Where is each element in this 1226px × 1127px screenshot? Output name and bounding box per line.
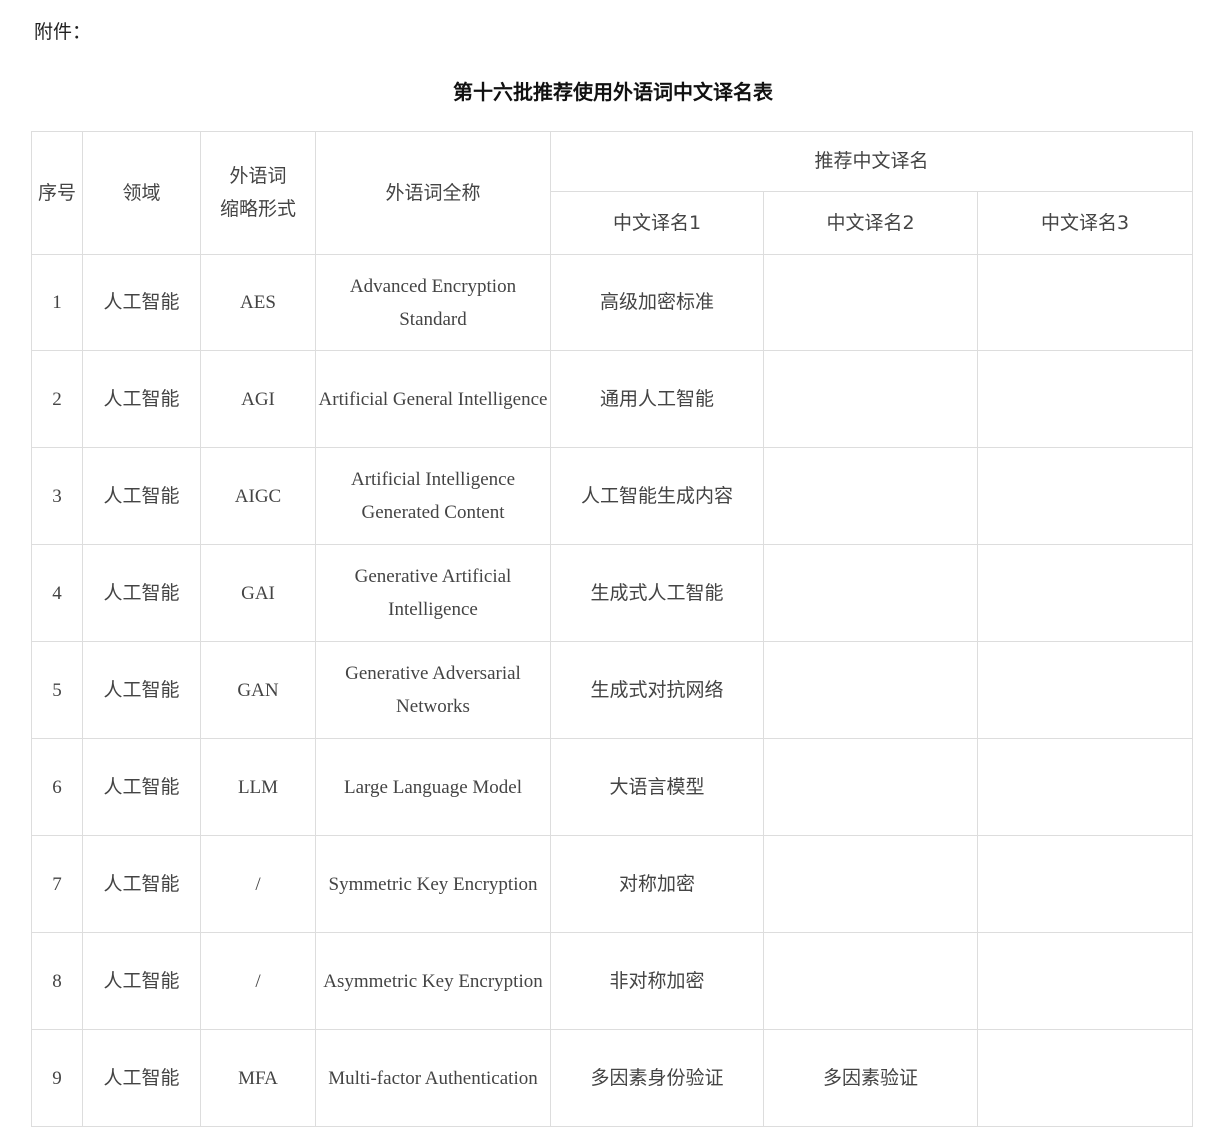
cell-full-name: Large Language Model — [315, 738, 551, 836]
cell-full-name: Artificial Intelligence Generated Conten… — [315, 447, 551, 545]
cell-name2 — [763, 738, 978, 836]
cell-name1: 生成式对抗网络 — [550, 641, 764, 739]
cell-name1: 非对称加密 — [550, 932, 764, 1030]
table-row: 6 人工智能 LLM Large Language Model 大语言模型 — [31, 738, 1193, 836]
cell-abbr: / — [200, 932, 316, 1030]
table-row: 5 人工智能 GAN Generative Adversarial Networks 生… — [31, 641, 1193, 739]
cell-full-name: Multi-factor Authentication — [315, 1029, 551, 1127]
cell-name3 — [977, 738, 1193, 836]
cell-name2 — [763, 641, 978, 739]
cell-name2 — [763, 350, 978, 448]
cell-index: 7 — [31, 835, 83, 933]
cell-field: 人工智能 — [82, 544, 201, 642]
cell-index: 9 — [31, 1029, 83, 1127]
cell-name3 — [977, 641, 1193, 739]
cell-index: 3 — [31, 447, 83, 545]
cell-abbr: AGI — [200, 350, 316, 448]
cell-name3 — [977, 350, 1193, 448]
cell-abbr: GAN — [200, 641, 316, 739]
cell-name1: 对称加密 — [550, 835, 764, 933]
table-row: 2 人工智能 AGI Artificial General Intelligence 通… — [31, 350, 1193, 448]
table-row: 1 人工智能 AES Advanced Encryption Standard 高级加密… — [31, 254, 1193, 351]
header-recommended: 推荐中文译名 — [550, 131, 1193, 192]
header-name2: 中文译名2 — [763, 191, 978, 255]
cell-index: 4 — [31, 544, 83, 642]
cell-abbr: AES — [200, 254, 316, 351]
cell-name1: 人工智能生成内容 — [550, 447, 764, 545]
table-row: 7 人工智能 / Symmetric Key Encryption 对称加密 — [31, 835, 1193, 933]
cell-name3 — [977, 254, 1193, 351]
cell-name3 — [977, 544, 1193, 642]
header-index: 序号 — [31, 131, 83, 255]
cell-index: 2 — [31, 350, 83, 448]
table-row: 3 人工智能 AIGC Artificial Intelligence Generat… — [31, 447, 1193, 545]
cell-abbr: LLM — [200, 738, 316, 836]
cell-full-name: Artificial General Intelligence — [315, 350, 551, 448]
header-full-name: 外语词全称 — [315, 131, 551, 255]
cell-full-name: Generative Adversarial Networks — [315, 641, 551, 739]
cell-name2 — [763, 932, 978, 1030]
cell-abbr: / — [200, 835, 316, 933]
header-abbr: 外语词 缩略形式 — [200, 131, 316, 255]
header-name3: 中文译名3 — [977, 191, 1193, 255]
translation-table: 序号 领域 外语词 缩略形式 外语词全称 推荐中文译名 中文译名1 中文译名2 … — [31, 131, 1193, 1127]
cell-full-name: Advanced Encryption Standard — [315, 254, 551, 351]
cell-full-name: Asymmetric Key Encryption — [315, 932, 551, 1030]
cell-field: 人工智能 — [82, 254, 201, 351]
cell-index: 8 — [31, 932, 83, 1030]
cell-field: 人工智能 — [82, 932, 201, 1030]
cell-name3 — [977, 1029, 1193, 1127]
cell-name3 — [977, 447, 1193, 545]
header-abbr-text: 外语词 缩略形式 — [219, 165, 296, 220]
cell-name2 — [763, 544, 978, 642]
cell-abbr: AIGC — [200, 447, 316, 545]
cell-field: 人工智能 — [82, 835, 201, 933]
cell-field: 人工智能 — [82, 738, 201, 836]
table-row: 8 人工智能 / Asymmetric Key Encryption 非对称加密 — [31, 932, 1193, 1030]
cell-index: 6 — [31, 738, 83, 836]
cell-name1: 生成式人工智能 — [550, 544, 764, 642]
cell-name1: 大语言模型 — [550, 738, 764, 836]
cell-name2 — [763, 835, 978, 933]
cell-field: 人工智能 — [82, 447, 201, 545]
cell-name3 — [977, 932, 1193, 1030]
cell-name2: 多因素验证 — [763, 1029, 978, 1127]
table-row: 9 人工智能 MFA Multi-factor Authentication 多因素身份… — [31, 1029, 1193, 1127]
cell-index: 5 — [31, 641, 83, 739]
cell-name1: 通用人工智能 — [550, 350, 764, 448]
document-title: 第十六批推荐使用外语词中文译名表 — [453, 80, 773, 104]
cell-name2 — [763, 254, 978, 351]
cell-name3 — [977, 835, 1193, 933]
cell-name1: 高级加密标准 — [550, 254, 764, 351]
cell-full-name: Symmetric Key Encryption — [315, 835, 551, 933]
cell-name1: 多因素身份验证 — [550, 1029, 764, 1127]
cell-name2 — [763, 447, 978, 545]
header-name1: 中文译名1 — [550, 191, 764, 255]
header-field: 领域 — [82, 131, 201, 255]
cell-abbr: MFA — [200, 1029, 316, 1127]
cell-field: 人工智能 — [82, 350, 201, 448]
attachment-label: 附件： — [34, 21, 92, 43]
table-body: 1 人工智能 AES Advanced Encryption Standard 高级加密… — [31, 254, 1193, 1127]
cell-field: 人工智能 — [82, 641, 201, 739]
table-row: 4 人工智能 GAI Generative Artificial Intelligen… — [31, 544, 1193, 642]
cell-index: 1 — [31, 254, 83, 351]
cell-abbr: GAI — [200, 544, 316, 642]
cell-full-name: Generative Artificial Intelligence — [315, 544, 551, 642]
cell-field: 人工智能 — [82, 1029, 201, 1127]
